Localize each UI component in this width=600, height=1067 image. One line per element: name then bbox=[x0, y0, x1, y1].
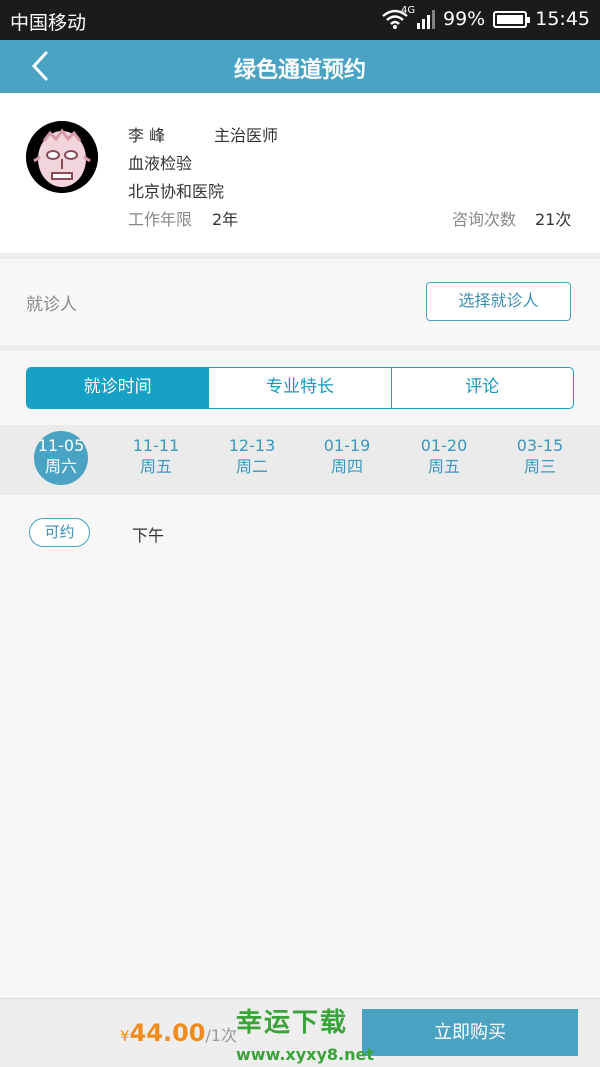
mask-avatar-icon bbox=[26, 121, 98, 193]
date-item[interactable]: 11-11 周五 bbox=[126, 435, 186, 477]
doctor-name: 李 峰 bbox=[128, 126, 166, 145]
slot-period: 下午 bbox=[132, 526, 165, 545]
watermark: 幸运下载 www.xyxy8.net bbox=[236, 1002, 374, 1064]
consult-label: 咨询次数 bbox=[452, 210, 517, 229]
tab-reviews[interactable]: 评论 bbox=[390, 368, 573, 408]
patient-row: 就诊人 选择就诊人 bbox=[0, 259, 600, 345]
nav-bar: 绿色通道预约 bbox=[0, 40, 600, 93]
doctor-card: 李 峰 主治医师 血液检验 北京协和医院 工作年限 2年 咨询次数 21次 bbox=[0, 93, 600, 253]
tab-specialty[interactable]: 专业特长 bbox=[208, 368, 390, 408]
available-slot-badge[interactable]: 可约 bbox=[29, 518, 90, 547]
watermark-title: 幸运下载 bbox=[236, 1008, 349, 1038]
clock: 15:45 bbox=[535, 8, 590, 30]
doctor-department: 血液检验 bbox=[128, 154, 193, 173]
select-patient-button[interactable]: 选择就诊人 bbox=[426, 282, 571, 321]
carrier-label: 中国移动 bbox=[10, 12, 87, 34]
battery-percent: 99% bbox=[443, 8, 486, 30]
date-item[interactable]: 03-15 周三 bbox=[510, 435, 570, 477]
watermark-url: www.xyxy8.net bbox=[236, 1045, 374, 1064]
tab-visit-time[interactable]: 就诊时间 bbox=[27, 368, 209, 408]
signal-icon: 4G bbox=[401, 5, 435, 29]
date-item[interactable]: 01-19 周四 bbox=[317, 435, 377, 477]
divider bbox=[0, 345, 600, 351]
status-icons: 4G 99% 15:45 bbox=[381, 5, 590, 30]
date-item[interactable]: 12-13 周二 bbox=[222, 435, 282, 477]
consult-value: 21次 bbox=[535, 210, 572, 229]
date-item[interactable]: 01-20 周五 bbox=[414, 435, 474, 477]
status-bar: 中国移动 4G 99% 15:45 bbox=[0, 0, 600, 40]
tab-bar: 就诊时间 专业特长 评论 bbox=[26, 367, 574, 409]
price: ¥44.00/1次 bbox=[120, 1019, 237, 1047]
buy-now-button[interactable]: 立即购买 bbox=[362, 1009, 578, 1056]
currency-symbol: ¥ bbox=[120, 1027, 130, 1045]
date-item[interactable]: 11-05 周六 bbox=[31, 435, 91, 477]
page-title: 绿色通道预约 bbox=[233, 58, 366, 83]
years-value: 2年 bbox=[212, 210, 239, 229]
price-unit: /1次 bbox=[205, 1026, 238, 1045]
doctor-hospital: 北京协和医院 bbox=[128, 182, 225, 201]
doctor-avatar bbox=[26, 121, 98, 193]
years-label: 工作年限 bbox=[128, 210, 193, 229]
battery-icon bbox=[493, 10, 531, 28]
patient-label: 就诊人 bbox=[26, 295, 77, 315]
doctor-title: 主治医师 bbox=[214, 126, 279, 145]
price-value: 44.00 bbox=[129, 1019, 206, 1047]
date-selector: 11-05 周六 11-11 周五 12-13 周二 01-19 周四 01-2… bbox=[0, 425, 600, 495]
network-type: 4G bbox=[401, 5, 416, 16]
